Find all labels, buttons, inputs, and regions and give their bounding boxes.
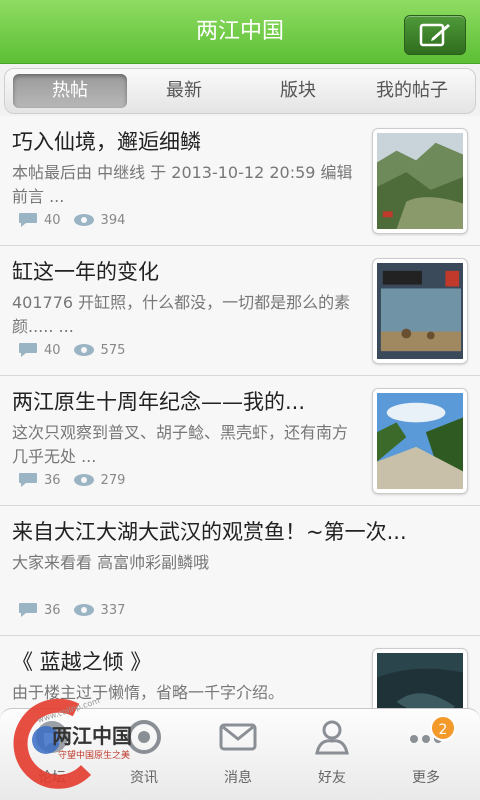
reply-count: 40 — [44, 212, 61, 228]
list-item[interactable]: 巧入仙境，邂逅细鳞 本帖最后由 中继线 于 2013-10-12 20:59 编… — [0, 116, 480, 246]
tab-latest[interactable]: 最新 — [127, 74, 241, 108]
aquarium-image — [377, 263, 463, 359]
post-excerpt: 401776 开缸照，什么都没，一切都是那么的素颜..... ... — [12, 293, 351, 336]
tab-my-posts[interactable]: 我的帖子 — [355, 74, 469, 108]
post-title: 来自大江大湖大武汉的观赏鱼！~第一次... — [12, 520, 407, 544]
nav-friends[interactable]: 好友 — [284, 717, 380, 797]
post-title: 巧入仙境，邂逅细鳞 — [12, 130, 201, 154]
post-stats: 36 337 — [18, 602, 137, 618]
comment-icon — [19, 603, 37, 617]
post-title: 《 蓝越之倾 》 — [12, 650, 152, 674]
nav-label: 更多 — [412, 770, 440, 786]
nav-more[interactable]: 2 更多 — [378, 715, 474, 797]
eye-icon — [73, 344, 94, 356]
view-count: 279 — [100, 472, 126, 488]
post-stats: 40 575 — [18, 342, 137, 358]
message-icon — [219, 723, 257, 751]
post-excerpt: 本帖最后由 中继线 于 2013-10-12 20:59 编辑 前言 ... — [12, 163, 353, 206]
post-stats: 36 279 — [18, 472, 137, 488]
nav-label: 好友 — [318, 770, 346, 786]
eye-icon — [73, 474, 94, 486]
post-title: 缸这一年的变化 — [12, 260, 159, 284]
post-list: 巧入仙境，邂逅细鳞 本帖最后由 中继线 于 2013-10-12 20:59 编… — [0, 116, 480, 766]
post-title: 两江原生十周年纪念——我的... — [12, 390, 306, 414]
comment-icon — [19, 343, 37, 357]
reply-count: 40 — [44, 342, 61, 358]
reply-count: 36 — [44, 602, 61, 618]
post-excerpt: 这次只观察到普叉、胡子鲶、黑壳虾，还有南方几乎无处 ... — [12, 423, 349, 466]
list-item[interactable]: 两江原生十周年纪念——我的... 这次只观察到普叉、胡子鲶、黑壳虾，还有南方几乎… — [0, 376, 480, 506]
post-thumbnail[interactable] — [372, 128, 468, 234]
list-item[interactable]: 来自大江大湖大武汉的观赏鱼！~第一次... 大家来看看 高富帅彩副鳞哦 36 3… — [0, 506, 480, 636]
comment-icon — [19, 473, 37, 487]
compose-icon — [419, 23, 450, 47]
tab-hot[interactable]: 热帖 — [13, 74, 127, 108]
post-stats: 40 394 — [18, 212, 137, 228]
list-item[interactable]: 缸这一年的变化 401776 开缸照，什么都没，一切都是那么的素颜..... .… — [0, 246, 480, 376]
friends-icon — [315, 720, 349, 755]
app-header: 两江中国 — [0, 0, 480, 64]
eye-icon — [73, 214, 94, 226]
notification-badge: 2 — [430, 715, 456, 741]
comment-icon — [19, 213, 37, 227]
watermark-slogan: 守望中国原生之美 — [58, 751, 131, 761]
reply-count: 36 — [44, 472, 61, 488]
post-thumbnail[interactable] — [372, 258, 468, 364]
view-count: 394 — [100, 212, 126, 228]
nav-label: 消息 — [224, 770, 252, 786]
view-count: 575 — [100, 342, 126, 358]
eye-icon — [73, 604, 94, 616]
compose-button[interactable] — [404, 15, 466, 55]
tab-bar: 热帖 最新 版块 我的帖子 — [4, 68, 476, 114]
river-sky-image — [377, 393, 463, 489]
mountain-valley-image — [377, 133, 463, 229]
nav-messages[interactable]: 消息 — [190, 717, 286, 797]
post-excerpt: 大家来看看 高富帅彩副鳞哦 — [12, 553, 210, 572]
post-thumbnail[interactable] — [372, 388, 468, 494]
tab-boards[interactable]: 版块 — [241, 74, 355, 108]
view-count: 337 — [100, 602, 126, 618]
watermark: www.coilnp.com 两江中国 守望中国原生之美 — [6, 690, 176, 790]
watermark-brand: 两江中国 — [52, 724, 132, 748]
